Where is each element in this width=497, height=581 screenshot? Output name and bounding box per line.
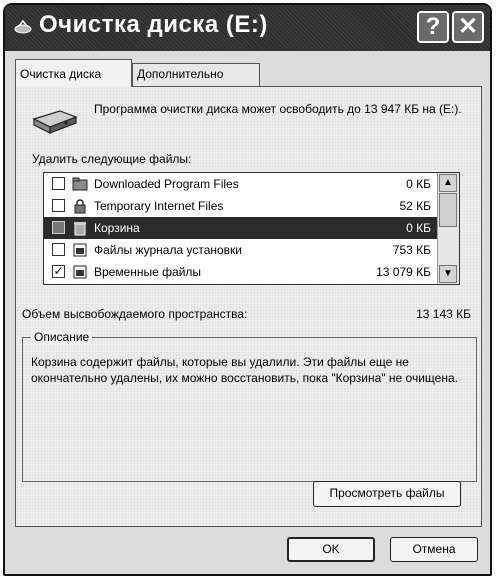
checkbox[interactable] (52, 199, 65, 212)
file-row-temporary-internet-files[interactable]: Temporary Internet Files 52 КБ (44, 195, 439, 217)
folder-icon (72, 177, 88, 191)
checkbox[interactable] (52, 177, 65, 190)
checkbox[interactable] (52, 221, 65, 234)
file-name: Temporary Internet Files (94, 199, 224, 213)
file-name: Временные файлы (94, 265, 202, 279)
file-icon (73, 265, 87, 279)
hard-drive-icon (32, 110, 78, 134)
space-freed-value: 13 143 КБ (416, 307, 471, 321)
disk-cleanup-icon (14, 19, 32, 34)
checkbox[interactable]: ✓ (52, 265, 65, 278)
title-bar[interactable]: Очистка диска (E:) ? ✕ (5, 5, 490, 51)
checkbox[interactable] (52, 243, 65, 256)
list-scrollbar[interactable]: ▲ ▼ (437, 173, 459, 284)
window-title: Очистка диска (E:) (39, 11, 268, 38)
lock-icon (74, 199, 86, 214)
scroll-down-button[interactable]: ▼ (439, 265, 457, 283)
ok-button[interactable]: OK (287, 537, 375, 562)
file-size: 753 КБ (392, 243, 431, 257)
files-list[interactable]: Downloaded Program Files 0 КБ Temporary … (43, 172, 460, 285)
file-icon (73, 243, 87, 257)
tab-more-options[interactable]: Дополнительно (132, 63, 260, 87)
description-text: Корзина содержит файлы, которые вы удали… (31, 355, 458, 385)
file-name: Downloaded Program Files (94, 177, 239, 191)
file-name: Файлы журнала установки (94, 243, 243, 257)
space-freed-label: Объем высвобождаемого пространства: (22, 307, 248, 321)
file-size: 0 КБ (406, 221, 431, 235)
recycle-bin-icon (74, 222, 86, 236)
intro-text: Программа очистки диска может освободить… (94, 102, 462, 116)
file-row-downloaded-program-files[interactable]: Downloaded Program Files 0 КБ (44, 173, 439, 195)
file-size: 13 079 КБ (376, 265, 431, 279)
files-list-label: Удалить следующие файлы: (32, 152, 192, 166)
file-row-setup-log-files[interactable]: Файлы журнала установки 753 КБ (44, 239, 439, 261)
file-row-recycle-bin[interactable]: Корзина 0 КБ (44, 217, 439, 239)
description-group: Описание Корзина содержит файлы, которые… (22, 330, 477, 482)
file-size: 0 КБ (406, 177, 431, 191)
help-button[interactable]: ? (417, 11, 449, 43)
view-files-button[interactable]: Просмотреть файлы (313, 481, 461, 507)
disk-cleanup-window: Очистка диска (E:) ? ✕ Очистка диска Доп… (3, 3, 492, 576)
scroll-up-button[interactable]: ▲ (439, 174, 457, 192)
file-name: Корзина (94, 221, 140, 235)
file-size: 52 КБ (399, 199, 431, 213)
scroll-thumb[interactable] (439, 193, 457, 227)
description-legend: Описание (31, 330, 93, 344)
close-button[interactable]: ✕ (452, 11, 484, 43)
tab-panel: Программа очистки диска может освободить… (15, 86, 482, 527)
cancel-button[interactable]: Отмена (390, 537, 478, 562)
tab-disk-cleanup[interactable]: Очистка диска (15, 59, 132, 87)
file-row-temporary-files[interactable]: ✓ Временные файлы 13 079 КБ (44, 261, 439, 283)
